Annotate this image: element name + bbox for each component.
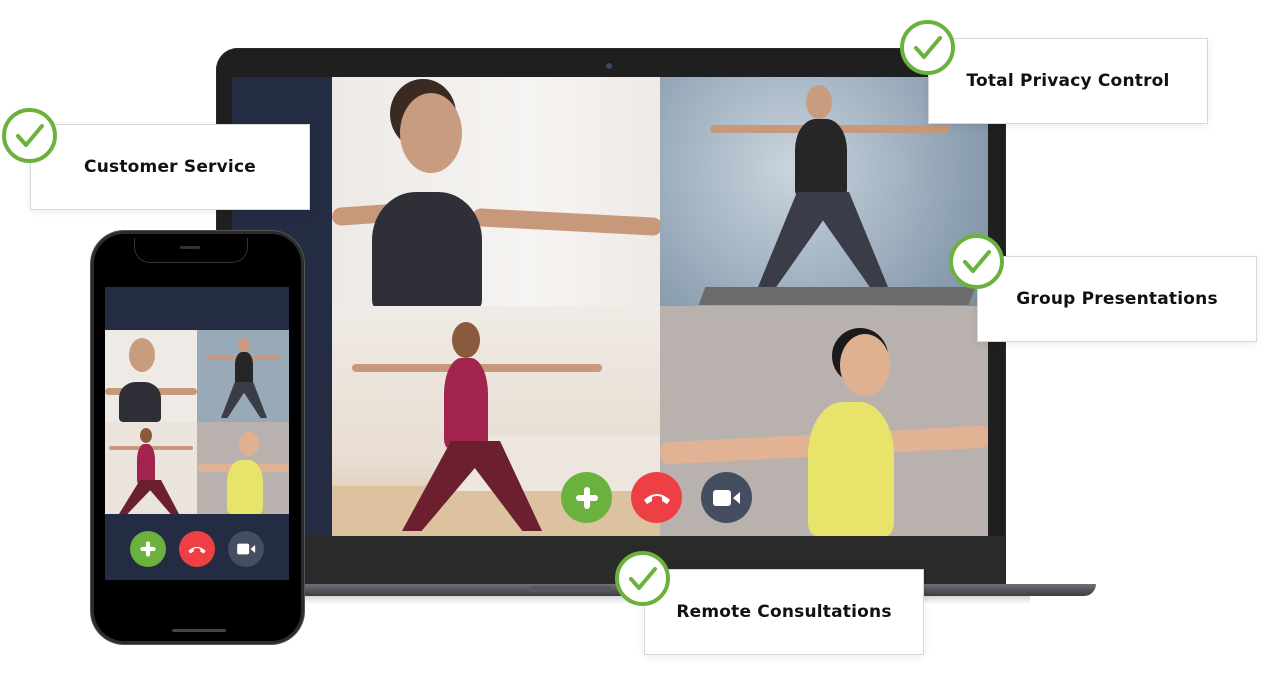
participant-head	[452, 322, 480, 358]
participant-legs	[758, 192, 888, 287]
callout-label: Group Presentations	[1016, 289, 1218, 309]
phone-hangup-icon	[643, 493, 670, 504]
participant-body	[808, 402, 894, 536]
callout-customer-service: Customer Service	[30, 124, 310, 210]
callout-label: Total Privacy Control	[966, 71, 1170, 91]
plus-icon	[140, 541, 156, 557]
participant-body	[444, 358, 488, 448]
checkmark-icon	[615, 551, 670, 606]
yoga-mat	[698, 287, 976, 305]
participant-head	[806, 85, 832, 119]
laptop-hinge-notch	[530, 586, 610, 592]
participant-body	[235, 352, 253, 384]
participant-body	[795, 119, 847, 197]
checkmark-icon	[2, 108, 57, 163]
phone-video-grid	[105, 330, 289, 514]
phone-tile-participant-4	[197, 422, 289, 514]
end-call-button[interactable]	[631, 472, 682, 523]
phone-notch	[134, 238, 248, 263]
callout-label: Customer Service	[84, 157, 256, 177]
participant-head	[129, 338, 155, 372]
participant-body	[119, 382, 161, 422]
phone-tile-participant-2	[197, 330, 289, 422]
participant-body	[372, 192, 482, 306]
participant-head	[840, 334, 890, 396]
participant-body	[137, 444, 155, 484]
video-tile-participant-1	[332, 77, 660, 306]
checkmark-icon	[949, 234, 1004, 289]
phone-add-participant-button[interactable]	[130, 531, 166, 567]
toggle-video-button[interactable]	[701, 472, 752, 523]
phone-home-indicator	[172, 629, 226, 632]
participant-head	[238, 338, 250, 352]
laptop-camera	[606, 63, 612, 69]
plus-icon	[575, 486, 598, 509]
callout-label: Remote Consultations	[676, 602, 892, 622]
participant-head	[400, 93, 462, 173]
add-participant-button[interactable]	[561, 472, 612, 523]
phone-header-bar	[105, 287, 289, 330]
callout-group-presentations: Group Presentations	[977, 256, 1257, 342]
phone-speaker	[180, 246, 200, 249]
callout-remote-consultations: Remote Consultations	[644, 569, 924, 655]
participant-head	[239, 432, 259, 456]
participant-head	[140, 428, 152, 443]
phone-tile-participant-1	[105, 330, 197, 422]
participant-body	[227, 460, 263, 514]
phone-hangup-icon	[188, 546, 206, 553]
video-camera-icon	[236, 543, 255, 555]
participant-arm	[471, 208, 660, 236]
participant-legs	[119, 480, 179, 514]
phone-tile-participant-3	[105, 422, 197, 514]
participant-legs	[221, 382, 267, 418]
video-camera-icon	[712, 489, 740, 506]
phone-end-call-button[interactable]	[179, 531, 215, 567]
callout-total-privacy-control: Total Privacy Control	[928, 38, 1208, 124]
phone-toggle-video-button[interactable]	[228, 531, 264, 567]
checkmark-icon	[900, 20, 955, 75]
